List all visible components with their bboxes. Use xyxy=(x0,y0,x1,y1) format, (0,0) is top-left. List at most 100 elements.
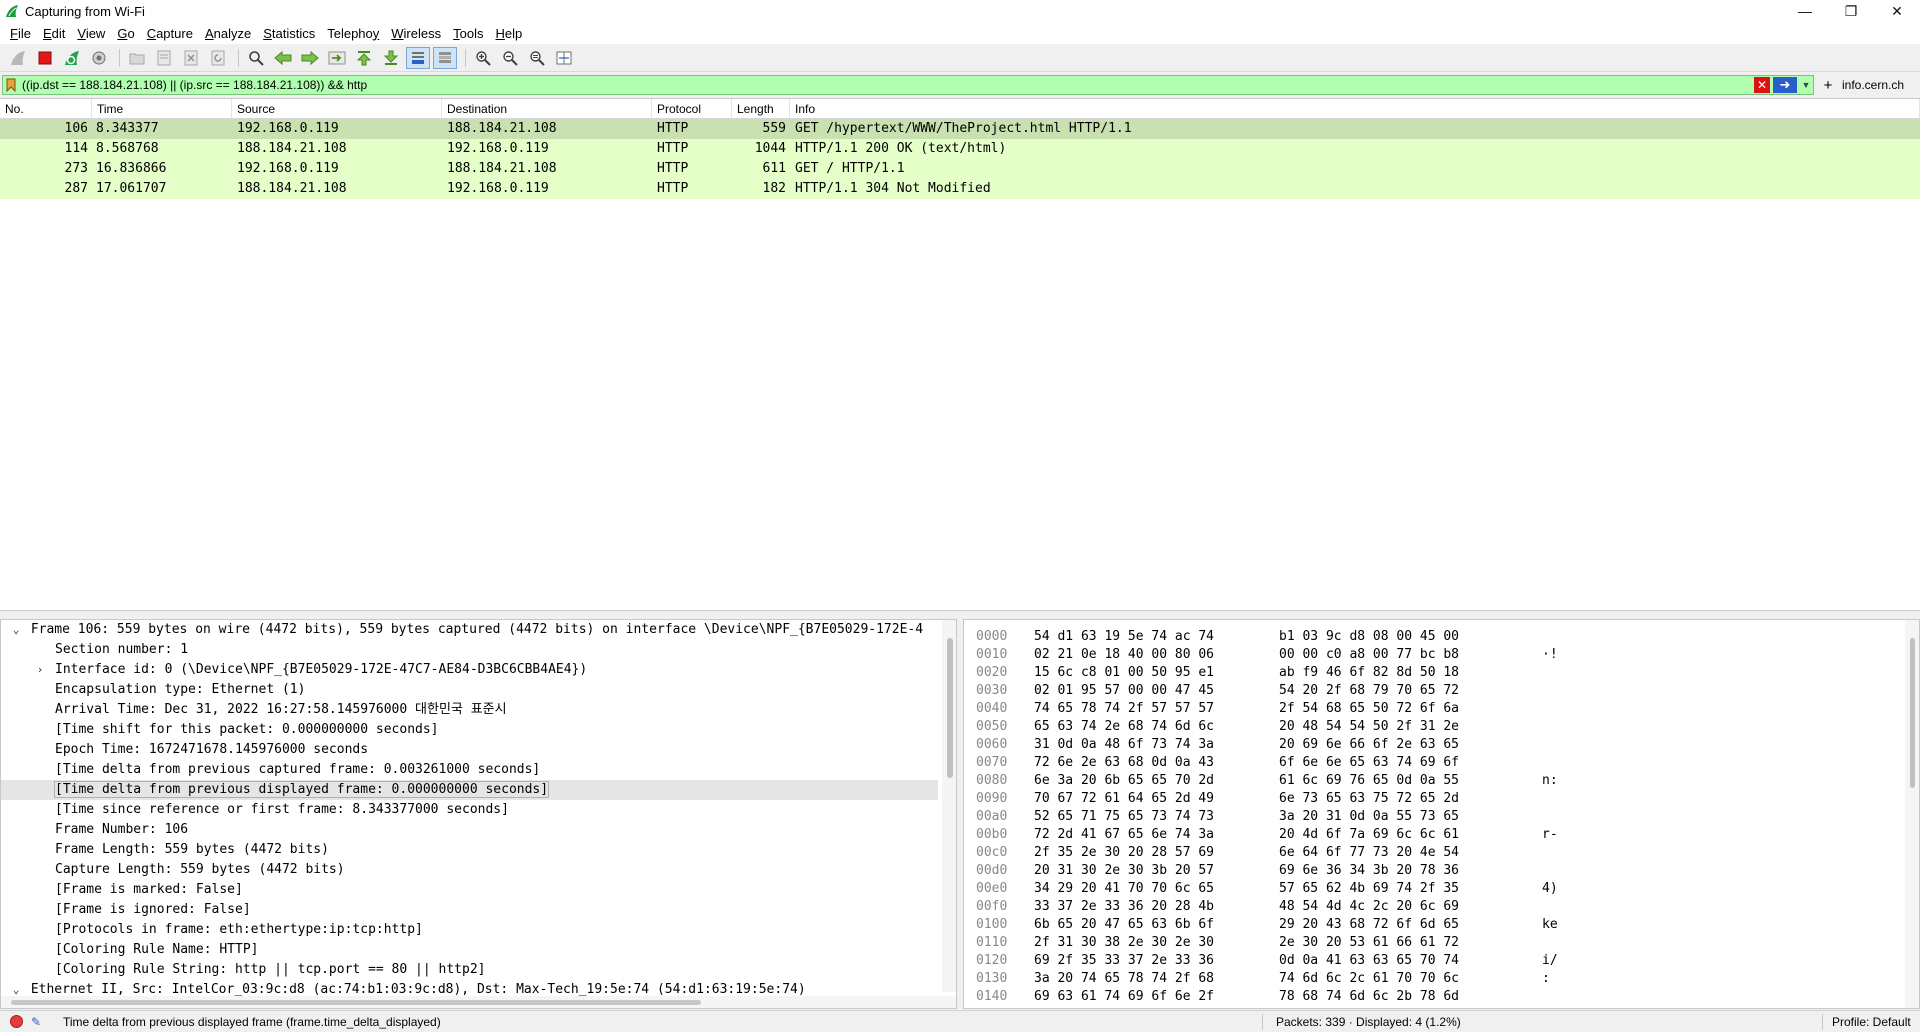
shark-fin-start-icon[interactable] xyxy=(6,47,30,69)
hex-row[interactable]: 0030 02 01 95 57 00 00 47 45 54 20 2f 68 7… xyxy=(964,682,1919,700)
capture-comment-icon[interactable]: ✎ xyxy=(31,1015,45,1029)
hex-row[interactable]: 0100 6b 65 20 47 65 63 6b 6f 29 20 43 68 7… xyxy=(964,916,1919,934)
menu-go[interactable]: Go xyxy=(111,26,140,41)
hex-row[interactable]: 0020 15 6c c8 01 00 50 95 e1 ab f9 46 6f 8… xyxy=(964,664,1919,682)
column-header-time[interactable]: Time xyxy=(92,99,232,119)
zoom-in-icon[interactable] xyxy=(471,47,495,69)
menu-statistics[interactable]: Statistics xyxy=(257,26,321,41)
hex-row[interactable]: 00f0 33 37 2e 33 36 20 28 4b 48 54 4d 4c 2… xyxy=(964,898,1919,916)
hex-row[interactable]: 0140 69 63 61 74 69 6f 6e 2f 78 68 74 6d 6… xyxy=(964,988,1919,1006)
normal-size-icon[interactable] xyxy=(525,47,549,69)
hex-row[interactable]: 0070 72 6e 2e 63 68 0d 0a 43 6f 6e 6e 65 6… xyxy=(964,754,1919,772)
hex-row[interactable]: 0110 2f 31 30 38 2e 30 2e 30 2e 30 20 53 6… xyxy=(964,934,1919,952)
menu-edit[interactable]: Edit xyxy=(37,26,71,41)
tree-item[interactable]: Arrival Time: Dec 31, 2022 16:27:58.1459… xyxy=(1,700,956,720)
tree-item-selected[interactable]: [Time delta from previous displayed fram… xyxy=(1,780,938,800)
hex-row[interactable]: 0040 74 65 78 74 2f 57 57 57 2f 54 68 65 5… xyxy=(964,700,1919,718)
tree-item[interactable]: Capture Length: 559 bytes (4472 bits) xyxy=(1,860,956,880)
find-packet-icon[interactable] xyxy=(244,47,268,69)
column-header-no[interactable]: No. xyxy=(0,99,92,119)
tree-item-interface[interactable]: › Interface id: 0 (\Device\NPF_{B7E05029-… xyxy=(1,660,956,680)
pane-splitter[interactable] xyxy=(0,611,1920,619)
tree-item[interactable]: Encapsulation type: Ethernet (1) xyxy=(1,680,956,700)
details-horizontal-scrollbar[interactable] xyxy=(1,996,956,1008)
filter-history-dropdown-icon[interactable]: ▼ xyxy=(1799,80,1813,90)
packet-row[interactable]: 287 17.061707 188.184.21.108 192.168.0.1… xyxy=(0,179,1920,199)
tree-item[interactable]: [Time since reference or first frame: 8.… xyxy=(1,800,956,820)
hex-row[interactable]: 00c0 2f 35 2e 30 20 28 57 69 6e 64 6f 77 7… xyxy=(964,844,1919,862)
tree-item[interactable]: Epoch Time: 1672471678.145976000 seconds xyxy=(1,740,956,760)
menu-telephony[interactable]: Telephoy xyxy=(321,26,385,41)
column-header-destination[interactable]: Destination xyxy=(442,99,652,119)
reload-file-icon[interactable] xyxy=(206,47,230,69)
menu-capture[interactable]: Capture xyxy=(141,26,199,41)
hex-row[interactable]: 0050 65 63 74 2e 68 74 6d 6c 20 48 54 54 5… xyxy=(964,718,1919,736)
resize-columns-icon[interactable] xyxy=(552,47,576,69)
tree-item[interactable]: Frame Length: 559 bytes (4472 bits) xyxy=(1,840,956,860)
hex-row[interactable]: 00e0 34 29 20 41 70 70 6c 65 57 65 62 4b 6… xyxy=(964,880,1919,898)
close-button[interactable]: ✕ xyxy=(1874,0,1920,22)
stop-capture-icon[interactable] xyxy=(33,47,57,69)
restart-capture-icon[interactable] xyxy=(60,47,84,69)
close-file-icon[interactable] xyxy=(179,47,203,69)
menu-help[interactable]: Help xyxy=(489,26,528,41)
tree-item[interactable]: [Frame is ignored: False] xyxy=(1,900,956,920)
tree-item[interactable]: Section number: 1 xyxy=(1,640,956,660)
column-header-length[interactable]: Length xyxy=(732,99,790,119)
display-filter-input[interactable] xyxy=(19,76,1754,94)
go-back-icon[interactable] xyxy=(271,47,295,69)
last-packet-icon[interactable] xyxy=(379,47,403,69)
zoom-out-icon[interactable] xyxy=(498,47,522,69)
go-forward-icon[interactable] xyxy=(298,47,322,69)
hex-row[interactable]: 0090 70 67 72 61 64 65 2d 49 6e 73 65 63 7… xyxy=(964,790,1919,808)
tree-item[interactable]: [Coloring Rule Name: HTTP] xyxy=(1,940,956,960)
go-to-packet-icon[interactable] xyxy=(325,47,349,69)
tree-item[interactable]: [Time delta from previous captured frame… xyxy=(1,760,956,780)
tree-item[interactable]: [Time shift for this packet: 0.000000000… xyxy=(1,720,956,740)
hex-row[interactable]: 00d0 20 31 30 2e 30 3b 20 57 69 6e 36 34 3… xyxy=(964,862,1919,880)
tree-item-frame[interactable]: ⌄ Frame 106: 559 bytes on wire (4472 bit… xyxy=(1,620,956,640)
clear-filter-icon[interactable]: ✕ xyxy=(1754,77,1770,93)
column-header-info[interactable]: Info xyxy=(790,99,1920,119)
save-file-icon[interactable] xyxy=(152,47,176,69)
packet-row[interactable]: 273 16.836866 192.168.0.119 188.184.21.1… xyxy=(0,159,1920,179)
chevron-down-icon[interactable]: ⌄ xyxy=(9,620,23,640)
tree-item[interactable]: [Protocols in frame: eth:ethertype:ip:tc… xyxy=(1,920,956,940)
tree-item[interactable]: [Frame is marked: False] xyxy=(1,880,956,900)
status-profile[interactable]: Profile: Default xyxy=(1832,1015,1911,1029)
details-vertical-scrollbar[interactable] xyxy=(942,620,956,992)
hex-row[interactable]: 00a0 52 65 71 75 65 73 74 73 3a 20 31 0d 0… xyxy=(964,808,1919,826)
hex-row[interactable]: 0060 31 0d 0a 48 6f 73 74 3a 20 69 6e 66 6… xyxy=(964,736,1919,754)
tree-item[interactable]: Frame Number: 106 xyxy=(1,820,956,840)
hex-row[interactable]: 0000 54 d1 63 19 5e 74 ac 74 b1 03 9c d8 0… xyxy=(964,628,1919,646)
hex-row[interactable]: 0080 6e 3a 20 6b 65 65 70 2d 61 6c 69 76 6… xyxy=(964,772,1919,790)
restore-button[interactable]: ❐ xyxy=(1828,0,1874,22)
autoscroll-icon[interactable] xyxy=(406,46,430,69)
apply-filter-icon[interactable]: ➜ xyxy=(1773,77,1797,93)
menu-file[interactable]: File xyxy=(4,26,37,41)
colorize-icon[interactable] xyxy=(433,46,457,69)
column-header-protocol[interactable]: Protocol xyxy=(652,99,732,119)
bytes-vertical-scrollbar[interactable] xyxy=(1905,620,1919,1008)
packet-row[interactable]: 106 8.343377 192.168.0.119 188.184.21.10… xyxy=(0,119,1920,139)
first-packet-icon[interactable] xyxy=(352,47,376,69)
open-file-icon[interactable] xyxy=(125,47,149,69)
expert-info-icon[interactable] xyxy=(10,1015,23,1028)
menu-analyze[interactable]: Analyze xyxy=(199,26,257,41)
menu-view[interactable]: View xyxy=(71,26,111,41)
filter-bookmark-icon[interactable] xyxy=(3,76,19,94)
minimize-button[interactable]: — xyxy=(1782,0,1828,22)
capture-options-icon[interactable] xyxy=(87,47,111,69)
add-filter-button-icon[interactable]: + xyxy=(1818,77,1838,94)
hex-row[interactable]: 0120 69 2f 35 33 37 2e 33 36 0d 0a 41 63 6… xyxy=(964,952,1919,970)
menu-wireless[interactable]: Wireless xyxy=(385,26,447,41)
tree-item[interactable]: [Coloring Rule String: http || tcp.port … xyxy=(1,960,956,980)
hex-row[interactable]: 0010 02 21 0e 18 40 00 80 06 00 00 c0 a8 0… xyxy=(964,646,1919,664)
chevron-right-icon[interactable]: › xyxy=(33,660,47,680)
packet-row[interactable]: 114 8.568768 188.184.21.108 192.168.0.11… xyxy=(0,139,1920,159)
hex-row[interactable]: 00b0 72 2d 41 67 65 6e 74 3a 20 4d 6f 7a 6… xyxy=(964,826,1919,844)
hex-row[interactable]: 0130 3a 20 74 65 78 74 2f 68 74 6d 6c 2c 6… xyxy=(964,970,1919,988)
menu-tools[interactable]: Tools xyxy=(447,26,489,41)
filter-button-info-cern[interactable]: info.cern.ch xyxy=(1842,78,1904,92)
column-header-source[interactable]: Source xyxy=(232,99,442,119)
